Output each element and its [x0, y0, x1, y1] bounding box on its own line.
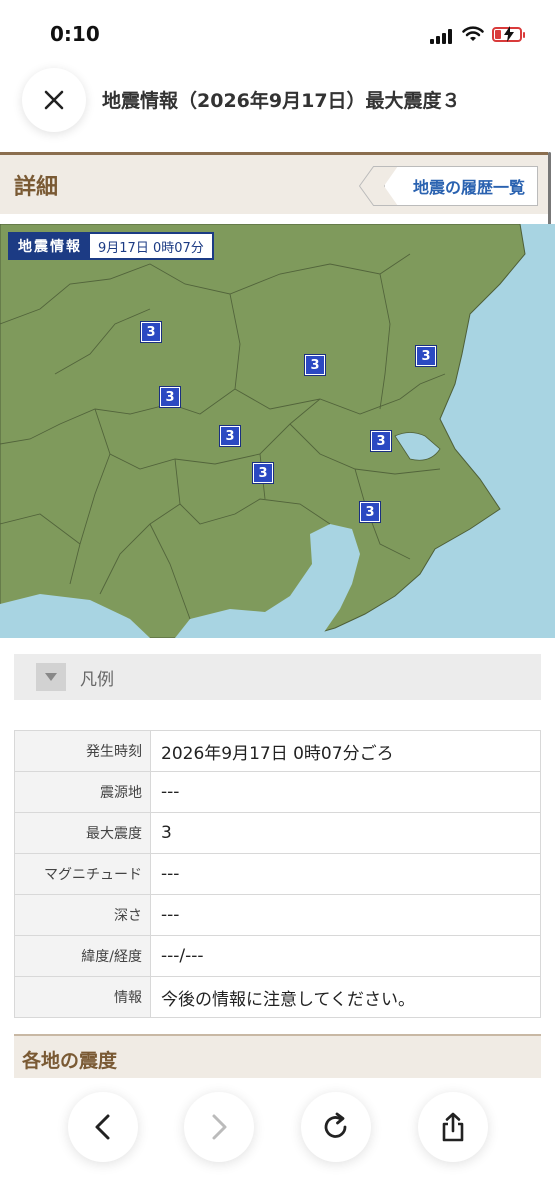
legend-toggle-bar[interactable]: 凡例 [14, 654, 541, 700]
intensity-marker[interactable]: 3 [416, 346, 436, 366]
section2-title: 各地の震度 [22, 1050, 118, 1072]
intensity-marker[interactable]: 3 [141, 322, 161, 342]
history-button-outline [359, 166, 538, 206]
row-value: --- [150, 894, 541, 936]
table-row: マグニチュード --- [14, 853, 541, 895]
row-value: --- [150, 771, 541, 813]
row-value: ---/--- [150, 935, 541, 977]
row-key: 最大震度 [14, 812, 151, 854]
earthquake-info-table: 発生時刻 2026年9月17日 0時07分ごろ 震源地 --- 最大震度 3 マグニチ… [14, 730, 541, 1018]
bottom-navigation [0, 1078, 555, 1200]
reload-button[interactable] [301, 1092, 371, 1162]
row-key: マグニチュード [14, 853, 151, 895]
row-key: 震源地 [14, 771, 151, 813]
legend-expand-button[interactable] [36, 663, 66, 691]
chevron-right-icon [212, 1114, 227, 1140]
detail-section-header: 詳細 地震の履歴一覧 [0, 152, 548, 214]
intensity-marker[interactable]: 3 [160, 387, 180, 407]
back-button[interactable] [68, 1092, 138, 1162]
earthquake-map: 地震情報 9月17日 0時07分 3 3 3 3 3 3 3 3 [0, 224, 555, 638]
share-icon [442, 1112, 464, 1142]
close-icon [44, 90, 64, 110]
status-time: 0:10 [50, 22, 100, 46]
map-badge-datetime: 9月17日 0時07分 [98, 240, 204, 256]
status-bar: 0:10 [0, 0, 555, 66]
row-value: 2026年9月17日 0時07分ごろ [150, 730, 541, 772]
close-button[interactable] [22, 68, 86, 132]
table-row: 最大震度 3 [14, 812, 541, 854]
intensity-marker[interactable]: 3 [360, 502, 380, 522]
page-title: 地震情報（2026年9月17日）最大震度３ [102, 90, 461, 112]
table-row: 震源地 --- [14, 771, 541, 813]
intensity-marker[interactable]: 3 [305, 355, 325, 375]
map-info-badge: 地震情報 9月17日 0時07分 [8, 232, 214, 260]
share-button[interactable] [418, 1092, 488, 1162]
row-key: 深さ [14, 894, 151, 936]
battery-icon [492, 26, 525, 42]
cellular-signal-icon [430, 28, 456, 44]
row-key: 緯度/経度 [14, 935, 151, 977]
intensity-marker[interactable]: 3 [253, 463, 273, 483]
intensity-marker[interactable]: 3 [371, 431, 391, 451]
legend-label: 凡例 [80, 669, 114, 690]
regional-intensity-section-header: 各地の震度 [14, 1034, 541, 1078]
reload-icon [324, 1112, 347, 1138]
row-value: --- [150, 853, 541, 895]
section-title: 詳細 [14, 175, 59, 200]
map-land [0, 224, 526, 638]
table-row: 深さ --- [14, 894, 541, 936]
intensity-marker[interactable]: 3 [220, 426, 240, 446]
forward-button[interactable] [184, 1092, 254, 1162]
map-badge-label: 地震情報 [10, 234, 90, 258]
row-key: 情報 [14, 976, 151, 1018]
page-header: 地震情報（2026年9月17日）最大震度３ [0, 66, 555, 150]
triangle-down-icon [45, 673, 57, 681]
chevron-left-icon [95, 1114, 110, 1140]
row-value: 3 [150, 812, 541, 854]
table-row: 発生時刻 2026年9月17日 0時07分ごろ [14, 730, 541, 772]
wifi-icon [462, 26, 484, 41]
table-row: 情報 今後の情報に注意してください。 [14, 976, 541, 1018]
row-key: 発生時刻 [14, 730, 151, 772]
row-value: 今後の情報に注意してください。 [150, 976, 541, 1018]
table-row: 緯度/経度 ---/--- [14, 935, 541, 977]
